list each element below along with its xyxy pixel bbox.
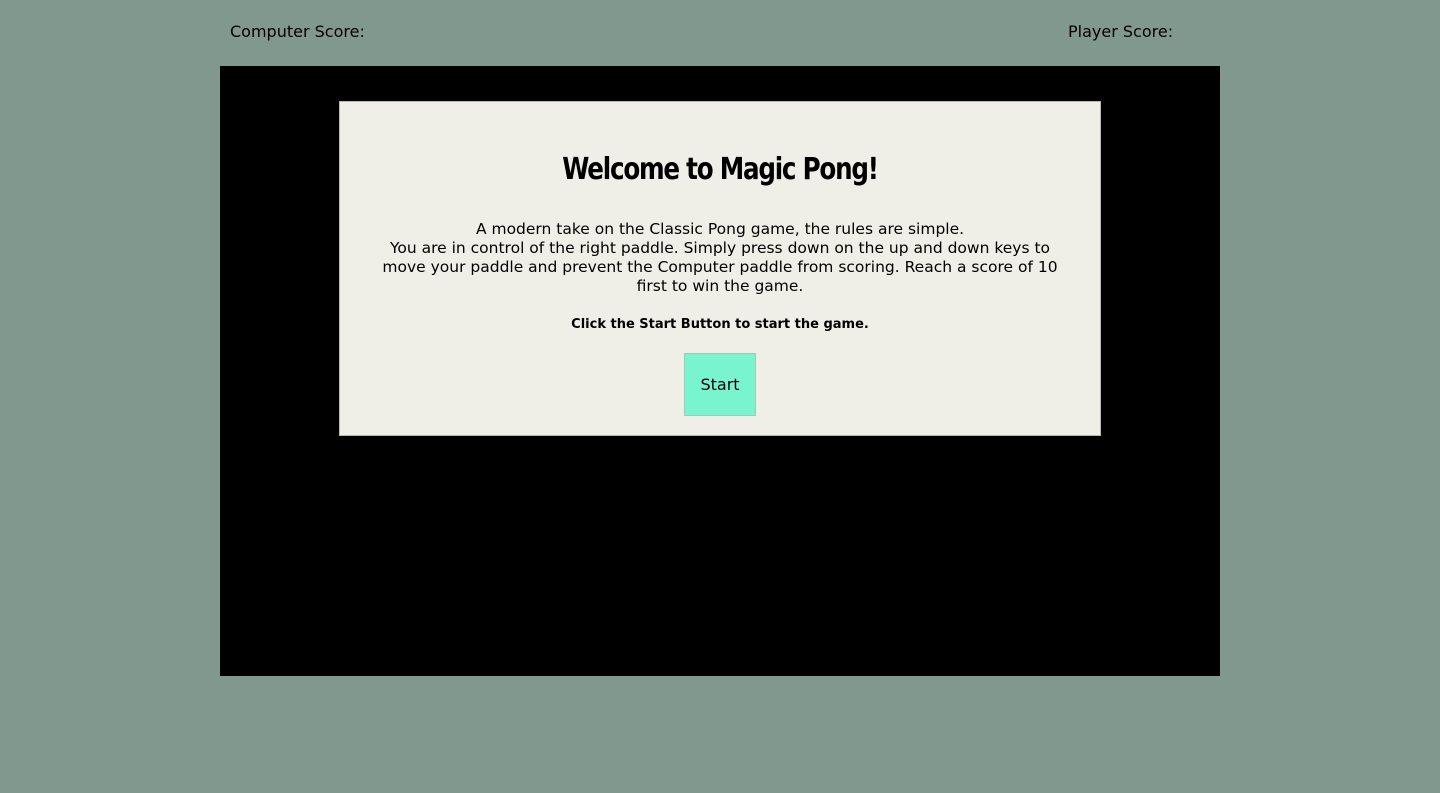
- start-instruction: Click the Start Button to start the game…: [571, 317, 869, 332]
- computer-score: Computer Score:: [230, 22, 381, 41]
- welcome-description-line-1: A modern take on the Classic Pong game, …: [475, 220, 965, 238]
- start-button[interactable]: Start: [684, 353, 756, 416]
- welcome-description: A modern take on the Classic Pong game, …: [368, 220, 1072, 296]
- player-score-label: Player Score:: [1068, 22, 1174, 41]
- score-bar: Computer Score: Player Score:: [220, 22, 1220, 46]
- welcome-title: Welcome to Magic Pong!: [562, 152, 879, 187]
- player-score: Player Score:: [1068, 22, 1189, 41]
- welcome-panel: Welcome to Magic Pong! A modern take on …: [339, 101, 1101, 436]
- computer-score-label: Computer Score:: [230, 22, 365, 41]
- welcome-description-line-2: You are in control of the right paddle. …: [382, 239, 1058, 295]
- game-board[interactable]: Welcome to Magic Pong! A modern take on …: [220, 66, 1220, 676]
